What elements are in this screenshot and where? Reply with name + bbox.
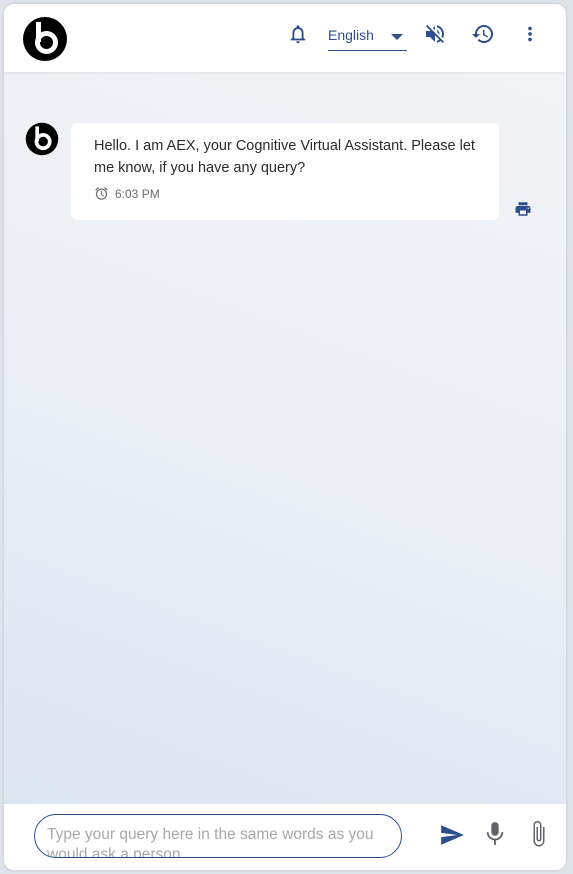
bell-icon [290,25,306,44]
history-button[interactable] [469,20,497,48]
microphone-icon[interactable] [484,819,506,849]
chevron-down-icon [391,34,403,40]
message-text: Hello. I am AEX, your Cognitive Virtual … [94,138,475,176]
more-options-button[interactable] [516,20,544,48]
alarm-clock-icon [95,187,108,200]
language-selected-label: English [328,27,374,43]
header-bar: English [4,4,566,72]
volume-off-icon [426,25,444,43]
message-timestamp: 6:03 PM [94,186,160,201]
bot-message-bubble: Hello. I am AEX, your Cognitive Virtual … [71,123,499,220]
notifications-button[interactable] [284,20,312,48]
language-select[interactable]: English [328,22,407,51]
chat-window: English Hello. I am AEX, your Cognitive … [4,4,566,870]
mute-button[interactable] [421,20,449,48]
attachment-icon[interactable] [527,818,551,850]
query-input[interactable] [47,825,392,857]
print-icon[interactable] [514,200,532,218]
send-icon[interactable] [438,822,466,848]
more-vert-icon [528,26,532,42]
message-time-label: 6:03 PM [115,186,160,201]
beats-logo-icon[interactable] [22,16,68,62]
composer-bar [4,804,566,870]
history-icon [472,25,493,43]
bot-avatar [25,122,59,156]
query-input-wrapper [34,814,402,858]
